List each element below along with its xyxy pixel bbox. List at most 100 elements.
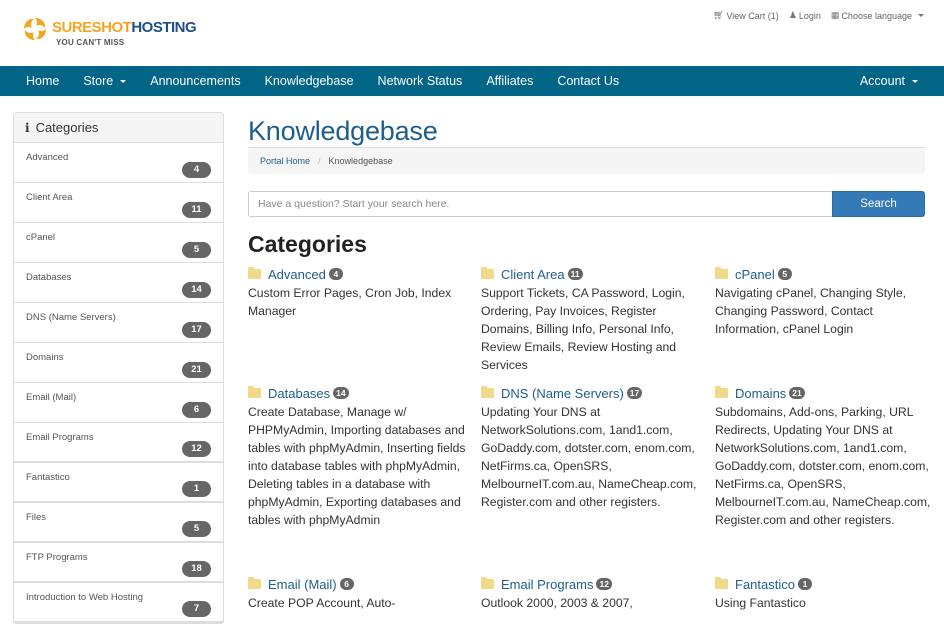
nav-home[interactable]: Home <box>14 66 71 96</box>
cart-icon: 🛒︎ <box>713 10 725 20</box>
view-cart-link[interactable]: 🛒︎ View Cart (1) <box>713 10 779 21</box>
kb-search-input[interactable] <box>248 191 832 217</box>
count-badge: 21 <box>182 362 211 378</box>
chevron-down-icon <box>120 79 127 83</box>
category-link[interactable]: cPanel <box>735 267 775 282</box>
category-card: Email (Mail) 6 Create POP Account, Auto- <box>248 575 473 612</box>
count-badge: 14 <box>182 282 211 298</box>
category-card: cPanel 5 Navigating cPanel, Changing Styl… <box>715 265 940 338</box>
sidebar-list: Advanced 4 Client Area 11 cPanel 5 Database… <box>14 143 223 623</box>
top-links: 🛒︎ View Cart (1) ♟︎ Login ▦ Choose langu… <box>713 10 924 21</box>
breadcrumb-separator: / <box>318 156 321 166</box>
sidebar-item-databases[interactable]: Databases 14 <box>14 263 223 303</box>
nav-knowledgebase[interactable]: Knowledgebase <box>253 66 366 96</box>
count-badge: 17 <box>182 322 211 338</box>
category-link[interactable]: Email Programs <box>501 577 593 592</box>
count-badge: 18 <box>182 561 211 577</box>
folder-icon <box>715 267 728 279</box>
category-link[interactable]: Databases <box>268 386 330 401</box>
category-description: Create Database, Manage w/ PHPMyAdmin, I… <box>248 405 466 527</box>
breadcrumb-portal-home[interactable]: Portal Home <box>260 156 310 166</box>
count-badge: 12 <box>596 578 612 590</box>
sidebar-item-intro-web-hosting[interactable]: Introduction to Web Hosting 7 <box>14 583 223 623</box>
category-card: Advanced 4 Custom Error Pages, Cron Job, … <box>248 265 473 320</box>
category-card: DNS (Name Servers) 17 Updating Your DNS a… <box>481 384 706 511</box>
breadcrumb: Portal Home / Knowledgebase <box>248 148 925 174</box>
count-badge: 11 <box>567 268 583 280</box>
category-link[interactable]: Email (Mail) <box>268 577 337 592</box>
count-badge: 4 <box>328 268 343 280</box>
categories-heading: Categories <box>248 231 367 257</box>
search-button[interactable]: Search <box>832 191 925 217</box>
sidebar-item-advanced[interactable]: Advanced 4 <box>14 143 223 183</box>
folder-icon <box>481 577 494 589</box>
sidebar-item-email-mail[interactable]: Email (Mail) 6 <box>14 383 223 423</box>
count-badge: 1 <box>797 578 812 590</box>
category-link[interactable]: Fantastico <box>735 577 795 592</box>
user-icon: ♟︎ <box>788 10 797 20</box>
folder-icon <box>481 386 494 398</box>
count-badge: 1 <box>182 481 211 497</box>
logo[interactable]: SURESHOTHOSTING YOU CAN'T MISS <box>22 16 197 47</box>
category-card: Domains 21 Subdomains, Add-ons, Parking, … <box>715 384 940 529</box>
category-description: Using Fantastico <box>715 596 806 610</box>
main-content: Knowledgebase Portal Home / Knowledgebas… <box>248 96 930 610</box>
category-card: Email Programs 12 Outlook 2000, 2003 & 20… <box>481 575 706 612</box>
sidebar-item-client-area[interactable]: Client Area 11 <box>14 183 223 223</box>
nav-contact-us[interactable]: Contact Us <box>545 66 631 96</box>
category-card: Fantastico 1 Using Fantastico <box>715 575 940 612</box>
count-badge: 6 <box>339 578 354 590</box>
sidebar-item-files[interactable]: Files 5 <box>14 503 223 543</box>
category-link[interactable]: Domains <box>735 386 786 401</box>
main-navbar: Home Store Announcements Knowledgebase N… <box>0 66 944 96</box>
sidebar-item-fantastico[interactable]: Fantastico 1 <box>14 463 223 503</box>
category-link[interactable]: DNS (Name Servers) <box>501 386 624 401</box>
chevron-down-icon <box>918 14 924 17</box>
logo-swirl-icon <box>22 16 48 42</box>
sidebar-header: i Categories <box>14 113 223 143</box>
count-badge: 5 <box>777 268 792 280</box>
count-badge: 17 <box>626 387 643 399</box>
category-link[interactable]: Advanced <box>268 267 326 282</box>
count-badge: 6 <box>182 402 211 418</box>
count-badge: 5 <box>182 521 211 537</box>
folder-icon <box>248 386 261 398</box>
count-badge: 11 <box>182 202 211 218</box>
sidebar-item-email-programs[interactable]: Email Programs 12 <box>14 423 223 463</box>
sidebar-item-dns[interactable]: DNS (Name Servers) 17 <box>14 303 223 343</box>
logo-name: SURESHOTHOSTING <box>52 19 197 36</box>
sidebar-item-domains[interactable]: Domains 21 <box>14 343 223 383</box>
sidebar-item-cpanel[interactable]: cPanel 5 <box>14 223 223 263</box>
folder-icon <box>481 267 494 279</box>
count-badge: 21 <box>789 387 805 399</box>
logo-tagline: YOU CAN'T MISS <box>56 38 125 47</box>
page-title: Knowledgebase <box>248 96 925 148</box>
category-card: Client Area 11 Support Tickets, CA Passwo… <box>481 265 706 374</box>
count-badge: 12 <box>182 441 211 457</box>
category-description: Subdomains, Add-ons, Parking, URL Redire… <box>715 405 931 527</box>
folder-icon <box>248 267 261 279</box>
count-badge: 7 <box>182 601 211 617</box>
language-icon: ▦ <box>830 10 840 20</box>
count-badge: 14 <box>333 387 349 399</box>
category-description: Custom Error Pages, Cron Job, Index Mana… <box>248 286 452 318</box>
category-link[interactable]: Client Area <box>501 267 565 282</box>
login-link[interactable]: ♟︎ Login <box>789 10 821 21</box>
nav-network-status[interactable]: Network Status <box>366 66 475 96</box>
choose-language-dropdown[interactable]: ▦ Choose language <box>831 10 924 21</box>
nav-affiliates[interactable]: Affiliates <box>474 66 545 96</box>
category-description: Updating Your DNS at NetworkSolutions.co… <box>481 405 697 509</box>
chevron-down-icon <box>912 79 918 83</box>
count-badge: 4 <box>182 162 211 178</box>
breadcrumb-current: Knowledgebase <box>328 156 393 166</box>
nav-announcements[interactable]: Announcements <box>138 66 252 96</box>
categories-sidebar: i Categories Advanced 4 Client Area 11 cPa… <box>13 112 224 624</box>
nav-account[interactable]: Account <box>848 66 930 96</box>
nav-store[interactable]: Store <box>71 66 138 96</box>
folder-icon <box>248 577 261 589</box>
category-card: Databases 14 Create Database, Manage w/ P… <box>248 384 473 529</box>
info-icon: i <box>25 120 30 135</box>
category-description: Support Tickets, CA Password, Login, Ord… <box>481 286 685 372</box>
header: SURESHOTHOSTING YOU CAN'T MISS 🛒︎ View C… <box>0 0 944 66</box>
sidebar-item-ftp-programs[interactable]: FTP Programs 18 <box>14 543 223 583</box>
